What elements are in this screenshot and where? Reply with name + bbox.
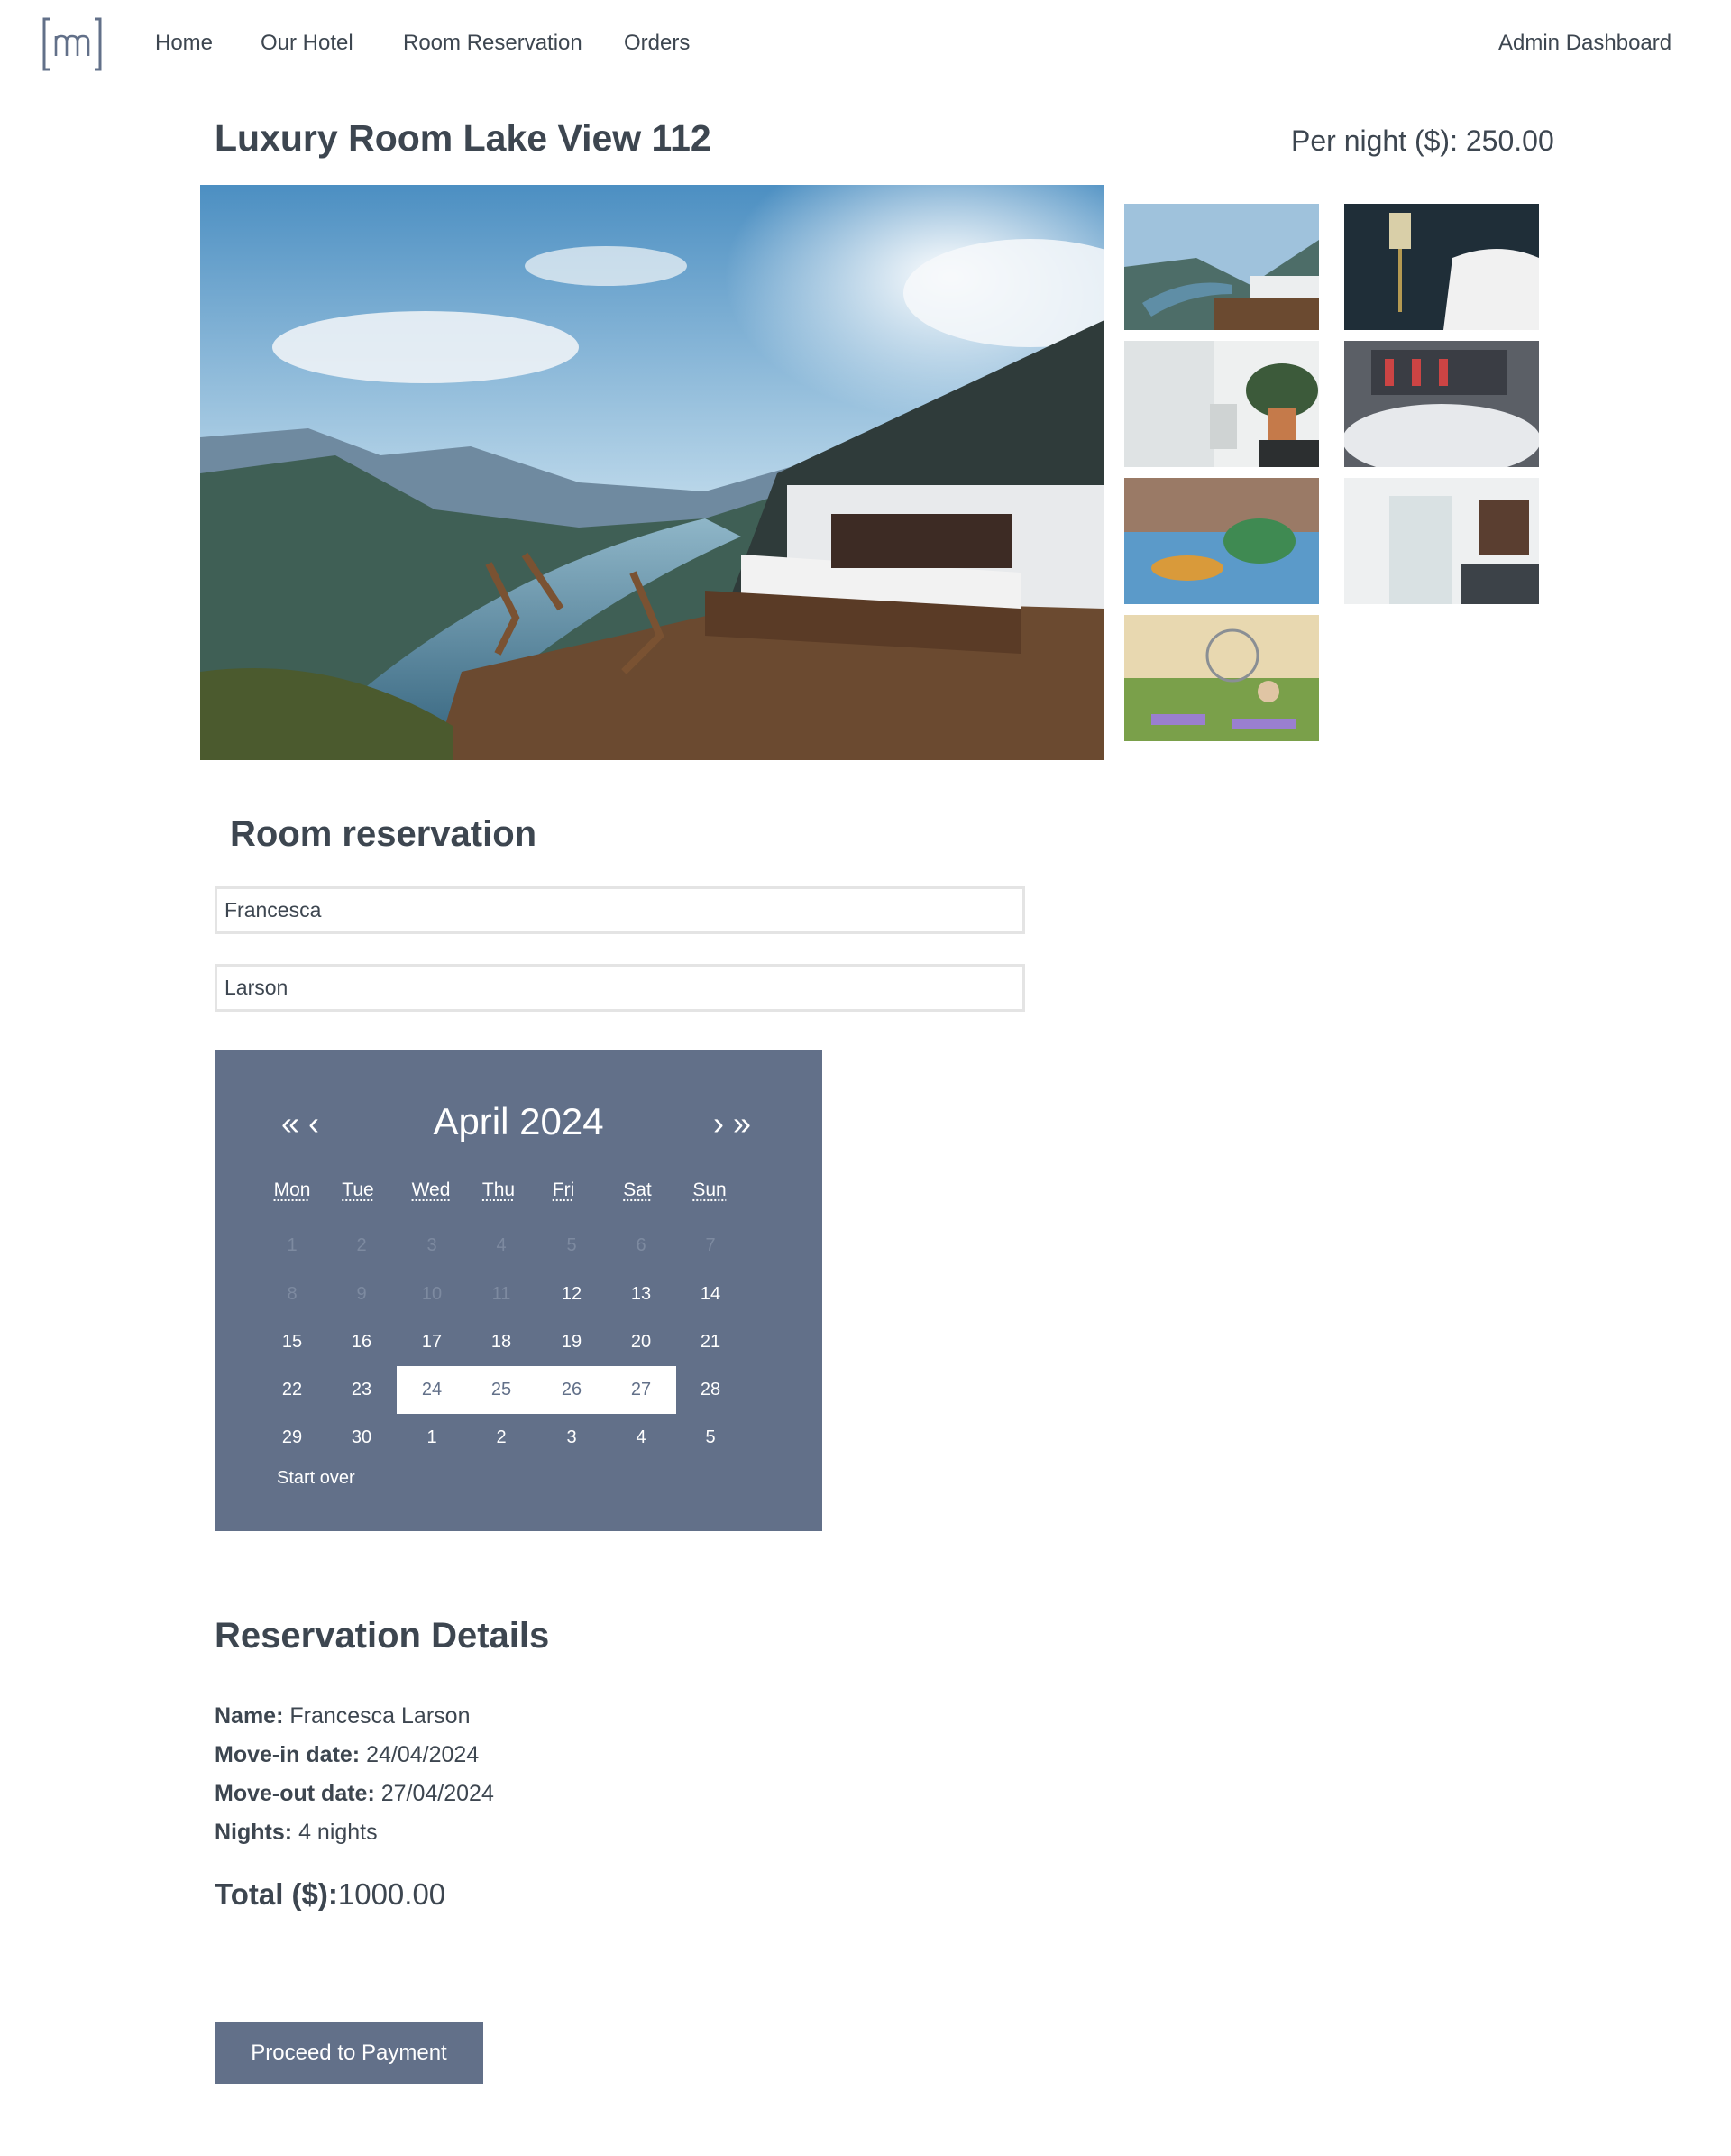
price-label: Per night ($): — [1291, 124, 1458, 157]
detail-move-out: Move-out date: 27/04/2024 — [215, 1781, 494, 1807]
reservation-details-heading: Reservation Details — [215, 1616, 550, 1656]
calendar-day: 2 — [356, 1235, 367, 1255]
calendar-day[interactable]: 1 — [397, 1414, 467, 1462]
detail-nights-value: 4 nights — [298, 1820, 378, 1845]
calendar-day[interactable]: 27 — [606, 1366, 676, 1414]
calendar-day[interactable]: 20 — [606, 1318, 676, 1366]
detail-name-label: Name: — [215, 1703, 284, 1729]
thumbnail-photo[interactable] — [1124, 341, 1319, 467]
calendar-day[interactable]: 26 — [536, 1366, 607, 1414]
start-over-link[interactable]: Start over — [277, 1468, 355, 1489]
detail-name-value: Francesca Larson — [289, 1703, 471, 1729]
nav-room-reservation-link[interactable]: Room Reservation — [403, 31, 582, 56]
calendar-day: 5 — [566, 1235, 577, 1255]
weekday-label: Tue — [342, 1179, 374, 1200]
proceed-to-payment-button[interactable]: Proceed to Payment — [215, 2022, 483, 2084]
detail-move-out-value: 27/04/2024 — [380, 1781, 494, 1806]
detail-move-in-label: Move-in date: — [215, 1742, 361, 1767]
detail-name: Name: Francesca Larson — [215, 1703, 470, 1729]
brand-logo[interactable] — [42, 16, 102, 72]
calendar-day[interactable]: 29 — [257, 1414, 327, 1462]
reservation-heading: Room reservation — [230, 814, 537, 854]
nav-orders-link[interactable]: Orders — [624, 31, 690, 56]
first-name-field[interactable] — [215, 886, 1025, 934]
room-title: Luxury Room Lake View 112 — [215, 117, 711, 159]
calendar-day[interactable]: 23 — [326, 1366, 397, 1414]
calendar-day: 3 — [426, 1235, 437, 1255]
thumbnail-photo[interactable] — [1344, 478, 1539, 604]
calendar-day[interactable]: 5 — [675, 1414, 746, 1462]
total-price: Total ($):1000.00 — [215, 1877, 445, 1912]
calendar-day[interactable]: 21 — [675, 1318, 746, 1366]
calendar-day[interactable]: 28 — [675, 1366, 746, 1414]
calendar-day: 6 — [636, 1235, 646, 1255]
top-navbar: Home Our Hotel Room Reservation Orders A… — [0, 0, 1731, 90]
detail-move-in-value: 24/04/2024 — [366, 1742, 480, 1767]
detail-move-out-label: Move-out date: — [215, 1781, 375, 1806]
weekday-label: Thu — [481, 1179, 516, 1200]
nav-hotel-link[interactable]: Our Hotel — [261, 31, 353, 56]
main-room-photo — [200, 185, 1104, 760]
calendar-day: 11 — [491, 1284, 511, 1304]
calendar-day[interactable]: 24 — [397, 1366, 467, 1414]
thumbnail-photo[interactable] — [1124, 204, 1319, 330]
calendar-next-buttons[interactable]: › » — [713, 1105, 751, 1142]
detail-nights-label: Nights: — [215, 1820, 293, 1845]
calendar-day: 10 — [421, 1284, 443, 1304]
calendar-day: 1 — [287, 1235, 298, 1255]
calendar-day[interactable]: 30 — [326, 1414, 397, 1462]
calendar-day: 7 — [705, 1235, 716, 1255]
nav-home-link[interactable]: Home — [155, 31, 213, 56]
price-per-night: Per night ($): 250.00 — [1291, 124, 1554, 158]
thumbnail-photo[interactable] — [1344, 341, 1539, 467]
calendar-day[interactable]: 14 — [675, 1271, 746, 1318]
total-label: Total ($): — [215, 1877, 338, 1911]
calendar-day[interactable]: 18 — [466, 1318, 536, 1366]
calendar-day[interactable]: 25 — [466, 1366, 536, 1414]
weekday-label: Mon — [273, 1179, 311, 1200]
nav-admin-dashboard-link[interactable]: Admin Dashboard — [1498, 31, 1671, 56]
thumbnail-photo[interactable] — [1124, 615, 1319, 741]
detail-nights: Nights: 4 nights — [215, 1820, 378, 1846]
logo-mark-icon — [42, 17, 102, 71]
weekday-label: Sat — [623, 1179, 652, 1200]
weekday-label: Fri — [552, 1179, 575, 1200]
weekday-label: Sun — [692, 1179, 727, 1200]
calendar-day[interactable]: 15 — [257, 1318, 327, 1366]
calendar-day: 8 — [287, 1284, 298, 1304]
calendar-day: 9 — [356, 1284, 367, 1304]
calendar-day[interactable]: 12 — [536, 1271, 607, 1318]
calendar-day[interactable]: 16 — [326, 1318, 397, 1366]
weekday-label: Wed — [411, 1179, 451, 1200]
calendar-day[interactable]: 2 — [466, 1414, 536, 1462]
last-name-field[interactable] — [215, 964, 1025, 1012]
thumbnail-photo[interactable] — [1344, 204, 1539, 330]
calendar-day: 4 — [496, 1235, 507, 1255]
calendar-day[interactable]: 3 — [536, 1414, 607, 1462]
calendar-day[interactable]: 17 — [397, 1318, 467, 1366]
calendar-day[interactable]: 13 — [606, 1271, 676, 1318]
total-value: 1000.00 — [337, 1877, 446, 1911]
calendar-day[interactable]: 22 — [257, 1366, 327, 1414]
price-value: 250.00 — [1465, 124, 1554, 157]
calendar-day[interactable]: 19 — [536, 1318, 607, 1366]
detail-move-in: Move-in date: 24/04/2024 — [215, 1742, 479, 1768]
date-range-calendar: « ‹ April 2024 › » Mon Tue Wed Thu Fri S… — [215, 1050, 822, 1531]
calendar-day[interactable]: 4 — [606, 1414, 676, 1462]
thumbnail-photo[interactable] — [1124, 478, 1319, 604]
